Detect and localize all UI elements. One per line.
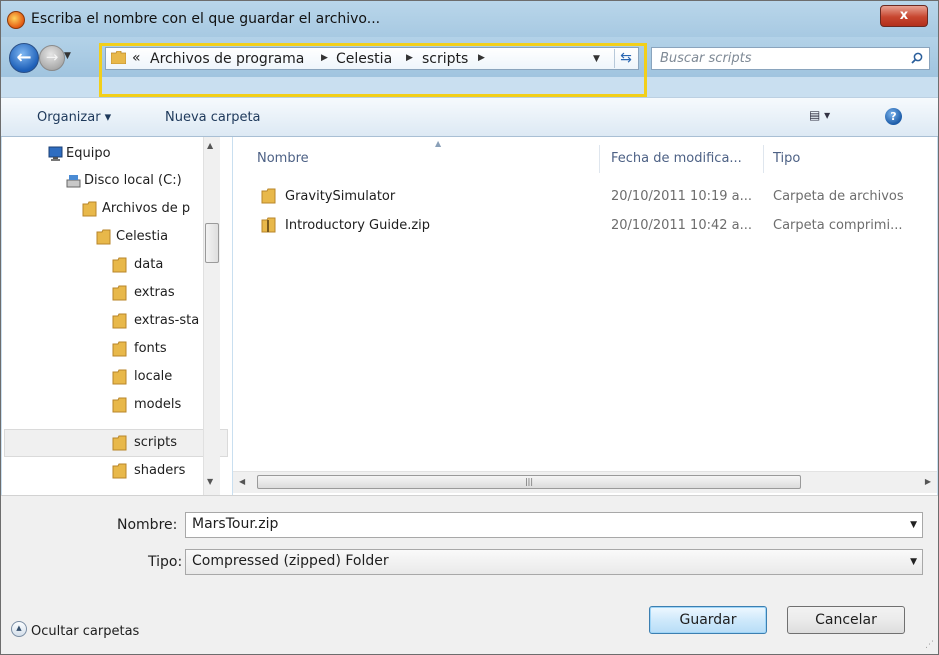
folder-icon <box>112 257 127 273</box>
tree-item-celestia[interactable]: Celestia <box>116 229 168 244</box>
tree-item-data[interactable]: data <box>134 257 163 272</box>
search-icon[interactable] <box>911 52 923 64</box>
views-button[interactable]: ▤ ▾ <box>809 108 849 126</box>
tree-item-models[interactable]: models <box>134 397 181 412</box>
cancel-button[interactable]: Cancelar <box>787 606 905 634</box>
folder-icon <box>96 229 111 245</box>
chevron-down-icon[interactable]: ▼ <box>910 520 917 530</box>
column-header-fecha[interactable]: Fecha de modifica... <box>611 151 742 166</box>
tree-item-fonts[interactable]: fonts <box>134 341 167 356</box>
file-date: 20/10/2011 10:19 a... <box>611 189 753 204</box>
file-type: Carpeta de archivos <box>773 189 904 204</box>
column-divider[interactable] <box>763 145 764 173</box>
tree-item-equipo[interactable]: Equipo <box>66 146 111 161</box>
scroll-down-icon[interactable]: ▼ <box>207 477 213 486</box>
horizontal-scrollbar[interactable]: ◀ ||| ▶ <box>233 471 937 493</box>
file-date: 20/10/2011 10:42 a... <box>611 218 753 233</box>
scrollbar-thumb[interactable]: ||| <box>257 475 801 489</box>
folder-icon <box>82 201 97 217</box>
breadcrumb-scripts[interactable]: scripts <box>422 51 468 67</box>
scrollbar-thumb[interactable] <box>205 223 219 263</box>
tree-item-disco-local[interactable]: Disco local (C:) <box>84 173 182 188</box>
breadcrumb-separator-icon[interactable]: ▶ <box>406 53 413 63</box>
chevron-up-icon[interactable]: ▲ <box>11 621 27 637</box>
file-list: Nombre ▲ Fecha de modifica... Tipo Gravi… <box>233 137 937 495</box>
navigation-scrollbar[interactable]: ▲ ▼ <box>203 137 220 495</box>
scroll-right-icon[interactable]: ▶ <box>925 477 931 486</box>
tree-item-scripts[interactable]: scripts <box>134 435 177 450</box>
drive-icon <box>66 175 81 188</box>
folder-icon <box>112 313 127 329</box>
column-divider[interactable] <box>599 145 600 173</box>
resize-grip-icon[interactable]: ⋰ <box>925 640 934 650</box>
scroll-left-icon[interactable]: ◀ <box>239 477 245 486</box>
folder-icon <box>112 463 127 479</box>
folder-icon <box>112 285 127 301</box>
file-name[interactable]: GravitySimulator <box>285 189 395 204</box>
scroll-up-icon[interactable]: ▲ <box>207 141 213 150</box>
filename-value: MarsTour.zip <box>192 516 279 532</box>
tree-item-shaders[interactable]: shaders <box>134 463 185 478</box>
address-dropdown-icon[interactable]: ▼ <box>593 54 600 64</box>
search-input[interactable]: Buscar scripts <box>651 47 930 70</box>
title-bar: Escriba el nombre con el que guardar el … <box>1 1 938 37</box>
zip-folder-icon <box>261 217 276 233</box>
folder-icon <box>261 188 276 204</box>
column-header-nombre[interactable]: Nombre <box>257 151 309 166</box>
tree-item-archivos[interactable]: Archivos de p <box>102 201 190 216</box>
history-dropdown-icon[interactable]: ▼ <box>64 51 74 63</box>
breadcrumb-celestia[interactable]: Celestia <box>336 51 392 67</box>
save-button[interactable]: Guardar <box>649 606 767 634</box>
type-label: Tipo: <box>148 554 183 570</box>
organize-button[interactable]: Organizar ▾ <box>37 110 111 125</box>
folder-icon <box>111 51 126 64</box>
save-dialog: Escriba el nombre con el que guardar el … <box>0 0 939 655</box>
refresh-icon[interactable]: ⇆ <box>614 49 637 68</box>
new-folder-button[interactable]: Nueva carpeta <box>165 110 261 125</box>
forward-button[interactable]: → <box>39 45 65 71</box>
folder-icon <box>112 369 127 385</box>
file-type-select[interactable]: Compressed (zipped) Folder ▼ <box>185 549 923 575</box>
close-button[interactable]: x <box>880 5 928 27</box>
help-icon[interactable]: ? <box>885 108 902 125</box>
back-button[interactable]: ← <box>9 43 39 73</box>
tree-item-extras[interactable]: extras <box>134 285 175 300</box>
navigation-pane: Equipo Disco local (C:) Archivos de p Ce… <box>2 137 232 495</box>
breadcrumb-separator-icon[interactable]: ▶ <box>321 53 328 63</box>
hide-folders-button[interactable]: Ocultar carpetas <box>31 624 139 639</box>
command-bar: Organizar ▾ Nueva carpeta ▤ ▾ ? <box>1 97 938 137</box>
file-type: Carpeta comprimi... <box>773 218 903 233</box>
column-header-tipo[interactable]: Tipo <box>773 151 800 166</box>
window-title: Escriba el nombre con el que guardar el … <box>31 11 381 27</box>
breadcrumb-separator-icon[interactable]: ▶ <box>478 53 485 63</box>
firefox-icon <box>7 11 25 29</box>
folder-icon <box>112 397 127 413</box>
file-type-value: Compressed (zipped) Folder <box>192 553 389 569</box>
search-placeholder: Buscar scripts <box>660 51 752 66</box>
address-bar[interactable]: « Archivos de programa ▶ Celestia ▶ scri… <box>105 47 639 70</box>
folder-icon <box>112 435 127 451</box>
name-label: Nombre: <box>117 517 178 533</box>
file-name[interactable]: Introductory Guide.zip <box>285 218 430 233</box>
tree-item-locale[interactable]: locale <box>134 369 172 384</box>
sort-ascending-icon: ▲ <box>435 139 442 148</box>
breadcrumb-archivos[interactable]: Archivos de programa <box>150 51 304 67</box>
folder-icon <box>112 341 127 357</box>
tree-item-extras-sta[interactable]: extras-sta <box>134 313 199 328</box>
computer-icon <box>48 146 63 161</box>
chevron-down-icon[interactable]: ▼ <box>910 557 917 567</box>
breadcrumb-overflow[interactable]: « <box>132 50 141 66</box>
filename-input[interactable]: MarsTour.zip ▼ <box>185 512 923 538</box>
